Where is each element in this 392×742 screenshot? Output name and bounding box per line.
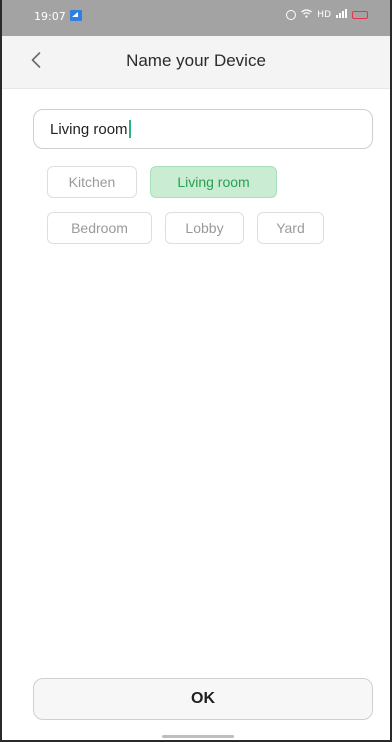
device-name-value: Living room <box>50 120 128 138</box>
app-screen: 19:07 HD Name your Device Living room Ki… <box>0 0 392 742</box>
nav-bar: Name your Device <box>2 36 390 88</box>
chip-label: Kitchen <box>68 174 116 190</box>
status-time: 19:07 <box>34 10 66 23</box>
chip-label: Lobby <box>185 220 224 236</box>
signal-icon <box>336 9 347 21</box>
status-bar: 19:07 HD <box>2 0 390 36</box>
chip-yard[interactable]: Yard <box>257 212 324 244</box>
status-icons: HD <box>286 9 368 21</box>
chip-kitchen[interactable]: Kitchen <box>47 166 137 198</box>
notification-app-icon <box>70 10 82 21</box>
chip-lobby[interactable]: Lobby <box>165 212 244 244</box>
text-caret <box>128 120 131 138</box>
chip-label: Yard <box>276 220 305 236</box>
home-indicator <box>162 735 234 738</box>
alarm-icon <box>286 10 297 20</box>
header-band: 19:07 HD Name your Device <box>2 0 390 89</box>
chip-label: Bedroom <box>71 220 128 236</box>
chip-living-room[interactable]: Living room <box>150 166 277 198</box>
device-name-input[interactable]: Living room <box>33 109 373 149</box>
battery-icon <box>352 11 368 19</box>
ok-button[interactable]: OK <box>33 678 373 720</box>
page-title: Name your Device <box>126 51 266 70</box>
chip-bedroom[interactable]: Bedroom <box>47 212 152 244</box>
hd-badge: HD <box>317 10 331 20</box>
chip-label: Living room <box>177 174 250 190</box>
wifi-icon <box>301 9 313 21</box>
ok-label: OK <box>191 690 215 707</box>
